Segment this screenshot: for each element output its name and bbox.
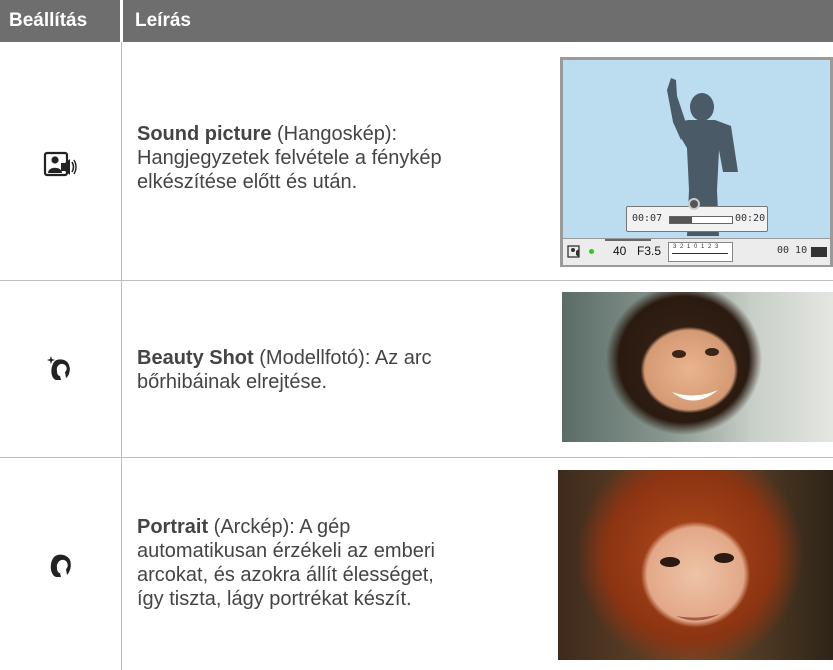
sound-picture-title: Sound picture <box>137 123 272 145</box>
column-divider <box>121 42 122 670</box>
row-divider <box>0 457 833 458</box>
beauty-shot-description: Beauty Shot (Modellfotó): Az arc bőrhibá… <box>137 347 432 393</box>
camera-status-bar: 40 F3.5 3 2 1 0 1 2 3 00 10 <box>563 238 830 265</box>
row-divider <box>0 280 833 281</box>
beauty-shot-title: Beauty Shot <box>137 347 254 369</box>
sound-picture-icon <box>38 143 82 187</box>
sound-picture-description: Sound picture (Hangoskép): Hangjegyzetek… <box>137 123 442 193</box>
portrait-icon <box>38 542 82 586</box>
sound-picture-icon <box>567 245 580 258</box>
recording-progress: 00:07 00:20 <box>626 198 768 232</box>
beauty-shot-photo <box>562 292 833 442</box>
portrait-description: Portrait (Arckép): A gép automatikusan é… <box>137 516 435 610</box>
table-header: Beállítás Leírás <box>0 0 833 42</box>
sound-picture-screen-image: 00:07 00:20 40 F3.5 3 2 1 0 1 2 3 00 10 <box>560 57 833 267</box>
portrait-photo <box>558 470 833 660</box>
beauty-shot-icon <box>38 346 82 390</box>
header-description: Leírás <box>135 10 191 31</box>
portrait-title: Portrait <box>137 516 209 538</box>
header-setting: Beállítás <box>9 10 88 31</box>
